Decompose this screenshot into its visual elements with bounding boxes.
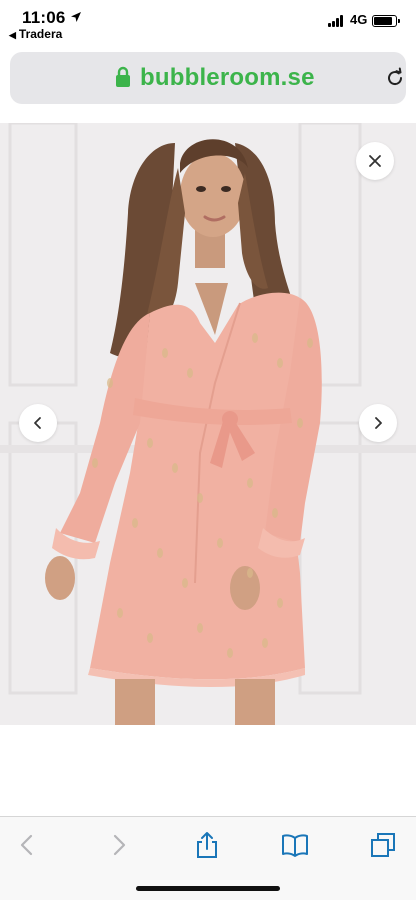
cellular-signal-icon [328,15,346,27]
battery-icon [372,15,400,27]
back-app-label: Tradera [18,27,63,41]
home-indicator[interactable] [136,886,280,891]
share-icon[interactable] [193,831,221,859]
close-gallery-button[interactable] [356,142,394,180]
tabs-icon[interactable] [369,831,397,859]
chevron-left-icon [34,417,41,429]
address-bar[interactable]: bubbleroom.se [10,52,406,104]
back-to-app-link[interactable]: ◀ Tradera [9,27,62,41]
status-time: 11:06 [22,8,66,27]
back-arrow-icon[interactable] [14,831,42,859]
status-bar: 11:06 ◀ Tradera 4G [0,0,416,44]
chevron-right-icon [375,417,382,429]
dress-photo [0,123,416,725]
next-image-button[interactable] [359,404,397,442]
close-icon [369,155,381,167]
url-domain: bubbleroom.se [140,64,315,91]
lock-icon [116,66,130,87]
back-triangle-icon: ◀ [9,30,16,40]
bookmarks-icon[interactable] [281,831,309,859]
network-type: 4G [350,12,368,27]
forward-arrow-icon[interactable] [104,831,132,859]
reload-icon[interactable] [384,67,406,89]
location-arrow-icon [71,12,81,22]
previous-image-button[interactable] [19,404,57,442]
product-image[interactable] [0,123,416,725]
